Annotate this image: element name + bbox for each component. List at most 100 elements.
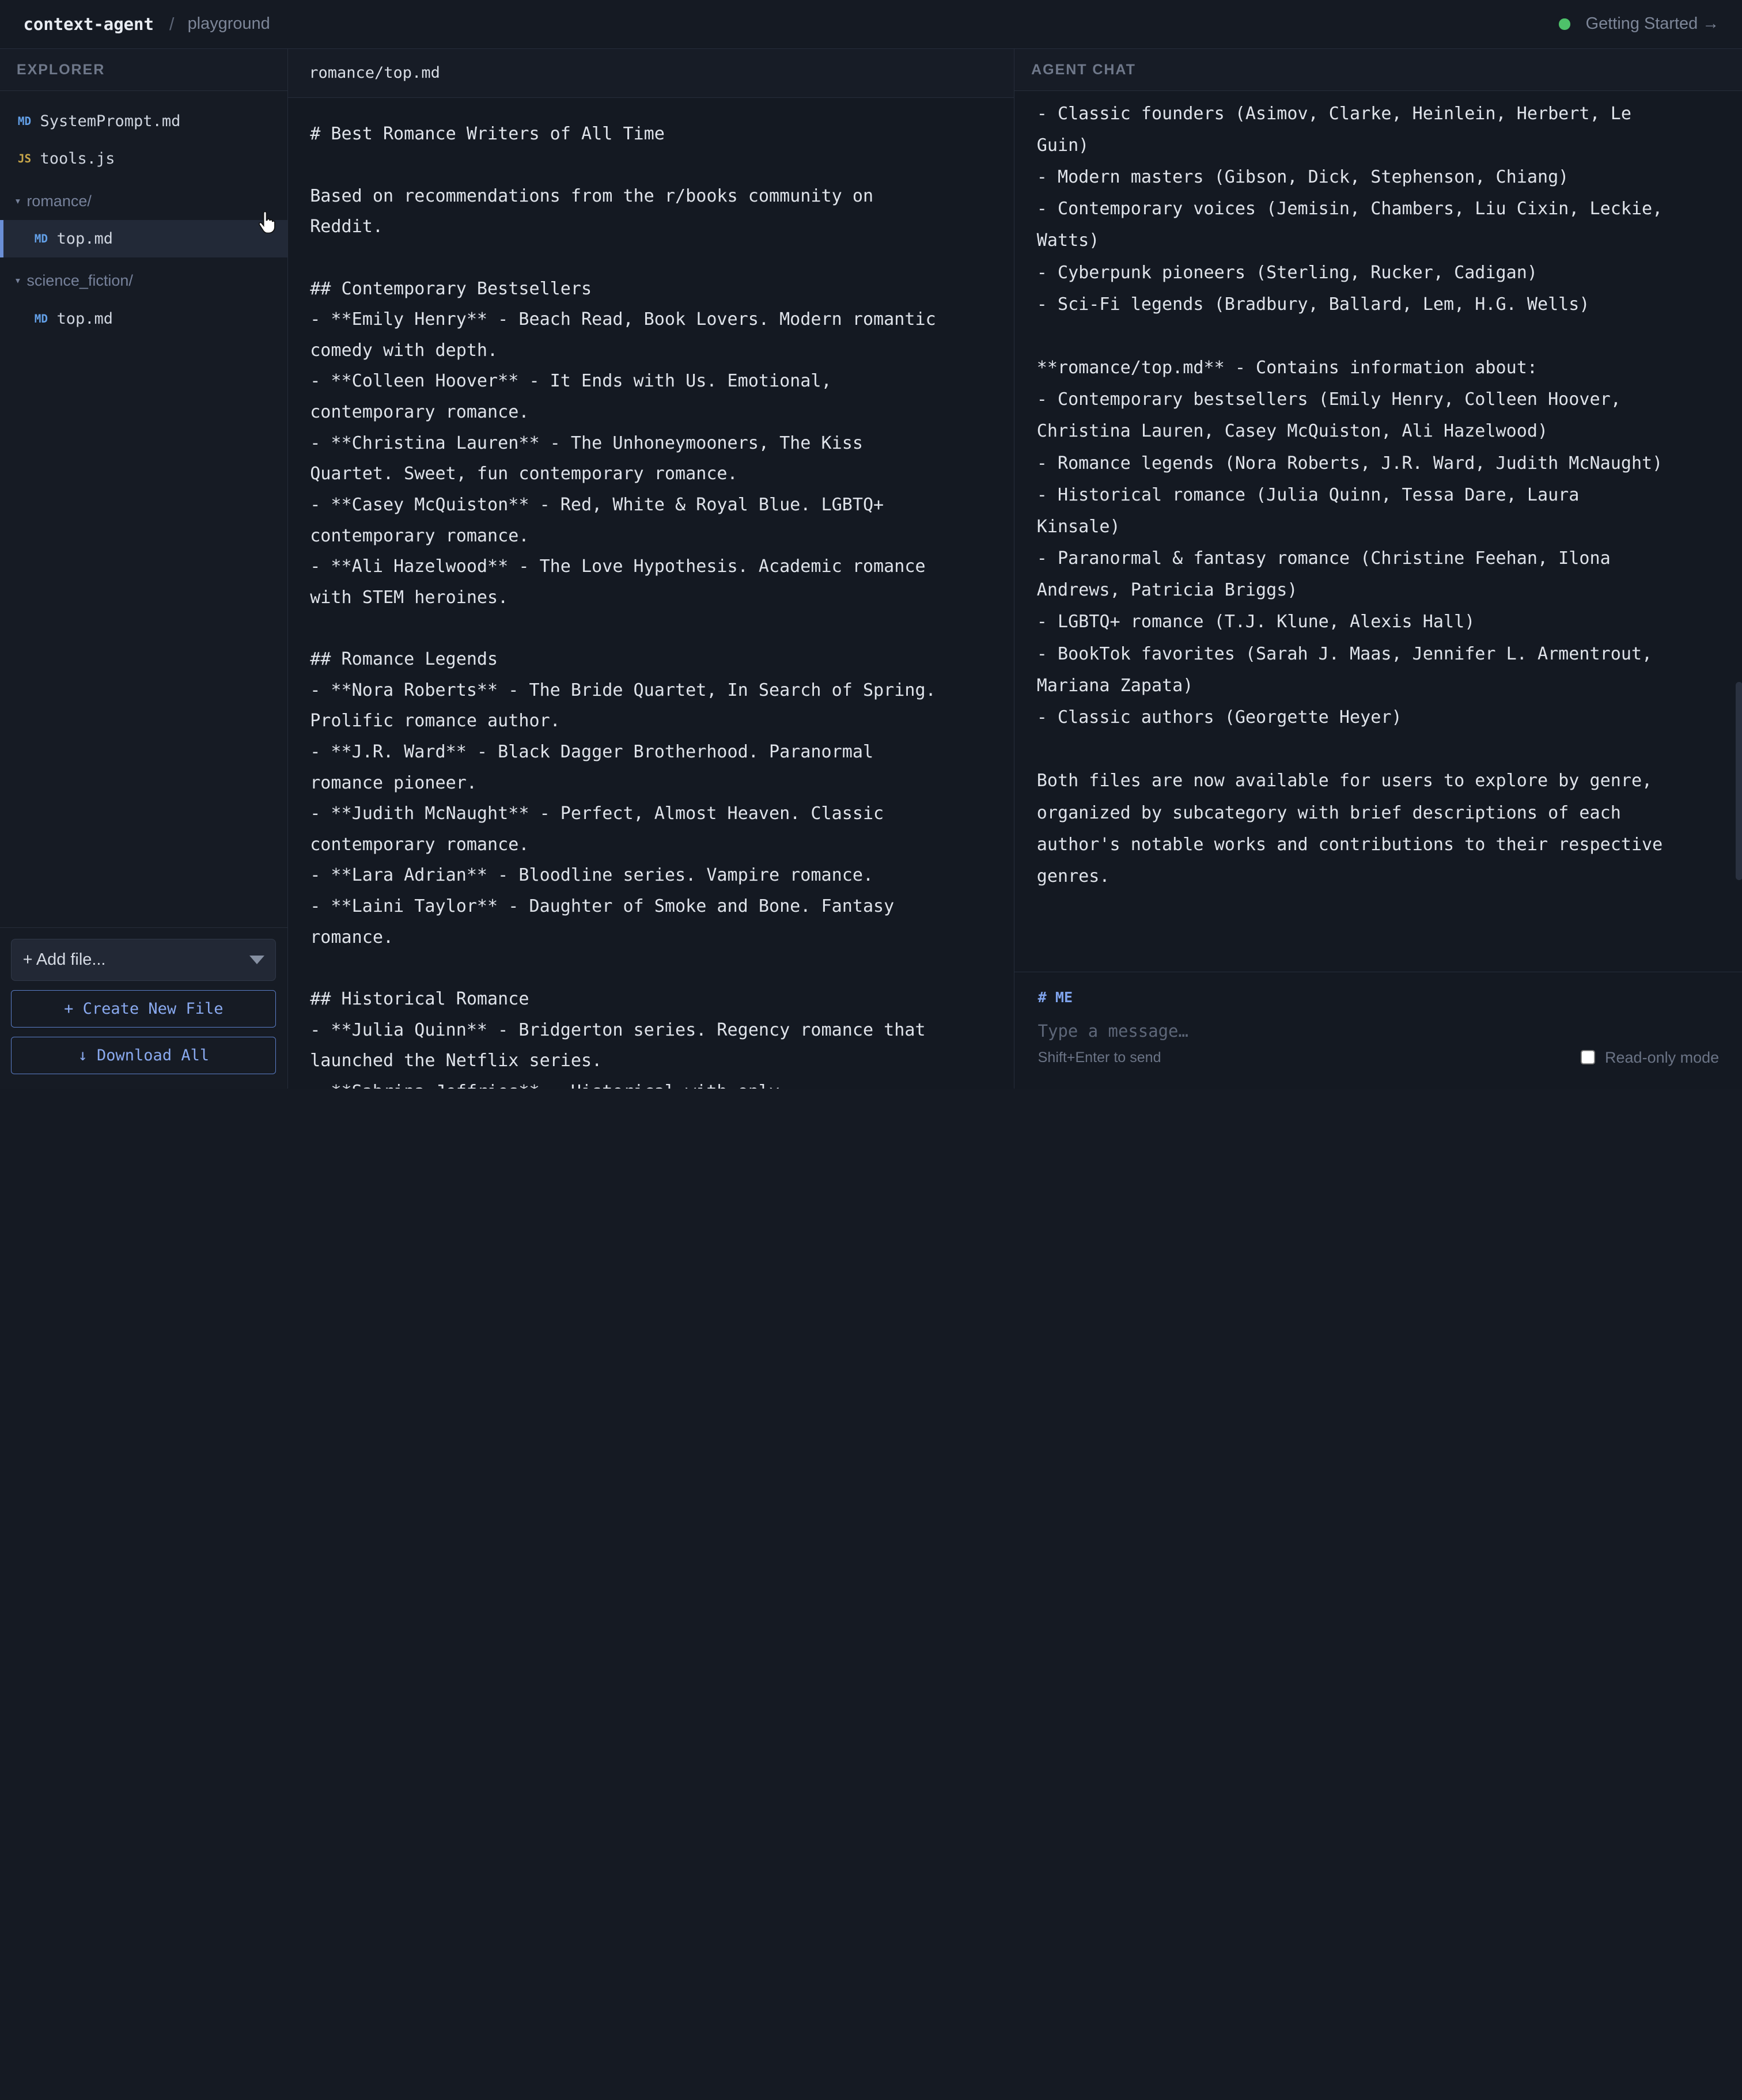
status-dot-icon [1559, 18, 1570, 30]
file-item-tools-js[interactable]: JS tools.js [0, 140, 287, 178]
explorer-actions: + Add file... + Create New File ↓ Downlo… [0, 927, 287, 1089]
javascript-file-icon: JS [17, 152, 32, 166]
code-line: ## Romance Legends [310, 649, 498, 670]
file-label: SystemPrompt.md [40, 112, 181, 130]
add-file-label: + Add file... [22, 950, 106, 969]
file-item-scifi-top[interactable]: MD top.md [0, 300, 287, 338]
code-line: with STEM heroines. [310, 587, 509, 608]
explorer-panel: EXPLORER MD SystemPrompt.md JS tools.js … [0, 48, 288, 1089]
chevron-down-icon [249, 956, 265, 964]
chat-line: Christina Lauren, Casey McQuiston, Ali H… [1036, 421, 1548, 442]
code-line: Quartet. Sweet, fun contemporary romance… [310, 464, 738, 484]
code-line: ## Historical Romance [310, 988, 529, 1009]
code-line: - **Nora Roberts** - The Bride Quartet, … [310, 680, 936, 700]
chat-line: Andrews, Patricia Briggs) [1036, 580, 1298, 601]
editor-panel: romance/top.md # Best Romance Writers of… [287, 48, 1015, 1089]
file-label: top.md [56, 310, 113, 328]
chat-line: - Cyberpunk pioneers (Sterling, Rucker, … [1036, 262, 1537, 283]
chat-line: Kinsale) [1036, 516, 1120, 537]
chat-line: - Classic authors (Georgette Heyer) [1036, 707, 1402, 727]
app-window: context-agent / playground Getting Start… [0, 0, 1742, 1089]
download-all-button[interactable]: ↓ Download All [11, 1036, 277, 1075]
me-label: # ME [1037, 988, 1073, 1006]
add-file-dropdown[interactable]: + Add file... [11, 939, 277, 981]
code-line: - **Lara Adrian** - Bloodline series. Va… [310, 865, 874, 886]
create-new-file-button[interactable]: + Create New File [11, 990, 277, 1028]
chat-line: - Historical romance (Julia Quinn, Tessa… [1036, 484, 1580, 505]
readonly-label: Read-only mode [1605, 1048, 1720, 1066]
chat-line: - Sci-Fi legends (Bradbury, Ballard, Lem… [1036, 294, 1590, 314]
chat-line: organized by subcategory with brief desc… [1036, 802, 1621, 823]
code-line: romance. [310, 927, 394, 947]
breadcrumb-playground: playground [187, 14, 270, 33]
chat-line: - Contemporary voices (Jemisin, Chambers… [1036, 199, 1663, 219]
chat-line: - Modern masters (Gibson, Dick, Stephens… [1036, 167, 1569, 188]
agent-chat-title: AGENT CHAT [1014, 48, 1742, 92]
chat-line: Mariana Zapata) [1036, 675, 1194, 696]
file-item-romance-top[interactable]: MD top.md [0, 219, 287, 258]
code-line: Based on recommendations from the r/book… [310, 185, 874, 206]
chat-line: - Paranormal & fantasy romance (Christin… [1036, 548, 1611, 569]
code-line: - **Colleen Hoover** - It Ends with Us. … [310, 371, 832, 392]
code-line: - **Ali Hazelwood** - The Love Hypothesi… [310, 556, 926, 577]
chat-line: genres. [1036, 866, 1110, 886]
code-line: - **Christina Lauren** - The Unhoneymoon… [310, 433, 863, 453]
caret-down-icon: ▾ [16, 196, 20, 206]
code-line: # Best Romance Writers of All Time [310, 124, 665, 145]
chat-line: - BookTok favorites (Sarah J. Maas, Jenn… [1036, 643, 1653, 664]
code-line: - **J.R. Ward** - Black Dagger Brotherho… [310, 741, 874, 762]
code-line: ## Contemporary Bestsellers [310, 278, 592, 299]
chat-line: Both files are now available for users t… [1036, 771, 1653, 791]
chat-line: - Contemporary bestsellers (Emily Henry,… [1036, 389, 1621, 410]
code-line: - **Laini Taylor** - Daughter of Smoke a… [310, 896, 895, 917]
chat-line: - Romance legends (Nora Roberts, J.R. Wa… [1036, 453, 1663, 473]
markdown-file-icon: MD [17, 114, 32, 128]
agent-message: - Classic founders (Asimov, Clarke, Hein… [1014, 91, 1742, 892]
editor-file-path: romance/top.md [287, 48, 1014, 98]
getting-started-link[interactable]: Getting Started → [1586, 14, 1720, 33]
folder-label: science_fiction/ [26, 272, 133, 290]
code-line: contemporary romance. [310, 402, 529, 423]
app-brand: context-agent [23, 14, 154, 34]
code-line: - **Judith McNaught** - Perfect, Almost … [310, 803, 884, 824]
file-tree: MD SystemPrompt.md JS tools.js ▾ romance… [0, 91, 287, 338]
code-line: - **Emily Henry** - Beach Read, Book Lov… [310, 309, 936, 330]
code-line: romance pioneer. [310, 772, 477, 793]
folder-romance[interactable]: ▾ romance/ [0, 182, 287, 220]
chat-messages[interactable]: - Classic founders (Asimov, Clarke, Hein… [1014, 91, 1742, 972]
chat-line: - Classic founders (Asimov, Clarke, Hein… [1036, 103, 1631, 124]
folder-science-fiction[interactable]: ▾ science_fiction/ [0, 262, 287, 300]
message-input[interactable] [1037, 1021, 1720, 1041]
chat-line [1037, 733, 1720, 765]
code-line: contemporary romance. [310, 525, 529, 546]
file-item-systemprompt[interactable]: MD SystemPrompt.md [0, 102, 287, 140]
top-bar: context-agent / playground Getting Start… [0, 0, 1742, 49]
folder-label: romance/ [26, 192, 92, 210]
chat-line: - LGBTQ+ romance (T.J. Klune, Alexis Hal… [1036, 612, 1475, 632]
send-hint: Shift+Enter to send [1037, 1049, 1161, 1066]
readonly-toggle[interactable]: Read-only mode [1580, 1048, 1720, 1067]
editor-content[interactable]: # Best Romance Writers of All Time Based… [288, 98, 1014, 1089]
file-label: tools.js [40, 150, 115, 168]
code-line: Reddit. [310, 217, 383, 237]
chat-line: **romance/top.md** - Contains informatio… [1036, 358, 1537, 378]
chat-line: Guin) [1036, 135, 1089, 156]
code-line: - **Sabrina Jeffries** - Historical with… [310, 1076, 1014, 1089]
code-line: - **Casey McQuiston** - Red, White & Roy… [310, 494, 884, 515]
caret-down-icon: ▾ [16, 276, 20, 286]
code-line: contemporary romance. [310, 834, 529, 855]
code-line: launched the Netflix series. [310, 1051, 603, 1071]
file-label: top.md [56, 230, 113, 248]
agent-chat-panel: AGENT CHAT - Classic founders (Asimov, C… [1014, 48, 1742, 1089]
code-line: Prolific romance author. [310, 711, 561, 731]
code-line: comedy with depth. [310, 340, 498, 361]
explorer-title: EXPLORER [0, 48, 287, 92]
hand-pointer-icon [258, 211, 275, 233]
chat-line: author's notable works and contributions… [1036, 834, 1663, 855]
markdown-file-icon: MD [34, 232, 48, 246]
chat-scrollbar[interactable] [1736, 682, 1742, 880]
code-line: - **Julia Quinn** - Bridgerton series. R… [310, 1019, 926, 1040]
readonly-checkbox[interactable] [1580, 1049, 1596, 1066]
